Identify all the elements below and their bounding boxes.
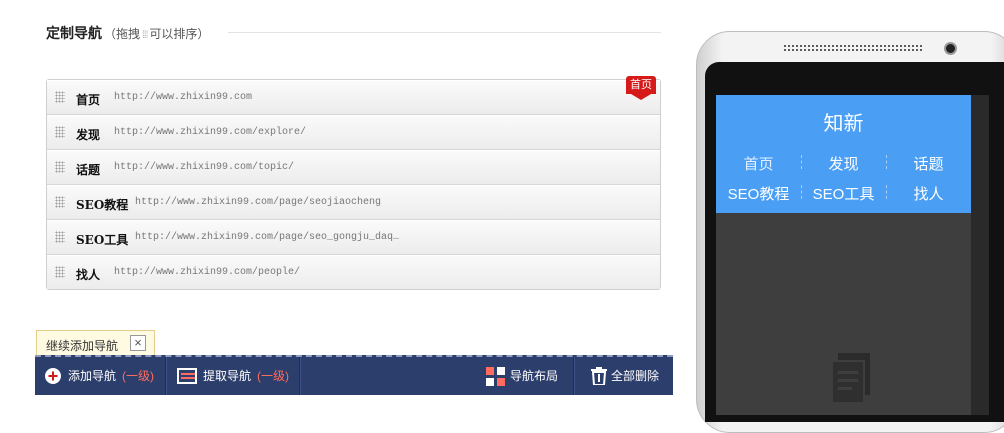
badge-tail bbox=[631, 94, 651, 100]
add-nav-label: 添加导航 bbox=[68, 369, 117, 383]
nav-item-name: 发现 bbox=[76, 128, 101, 142]
drag-handle-icon[interactable] bbox=[55, 161, 65, 173]
toolbar-divider bbox=[299, 357, 301, 395]
drag-handle-icon: ⁞⁞⁞ bbox=[142, 30, 148, 41]
nav-item-name: 话题 bbox=[76, 163, 101, 177]
fetch-nav-level: (一级) bbox=[257, 369, 290, 383]
fetch-nav-button[interactable]: 提取导航 (一级) bbox=[203, 357, 289, 395]
phone-screen-edge bbox=[971, 95, 989, 415]
drag-handle-icon[interactable] bbox=[55, 126, 65, 138]
nav-list: 首页 http://www.zhixin99.com 发现 http://www… bbox=[46, 79, 661, 290]
header-divider bbox=[228, 32, 661, 33]
add-nav-tooltip: 继续添加导航 × bbox=[36, 330, 155, 362]
drag-handle-icon[interactable] bbox=[55, 91, 65, 103]
nav-layout-button[interactable]: 导航布局 bbox=[510, 357, 558, 395]
add-nav-level: (一级) bbox=[122, 369, 155, 383]
phone-speaker bbox=[783, 44, 923, 52]
drag-handle-icon[interactable] bbox=[55, 266, 65, 278]
tooltip-text: 继续添加导航 bbox=[46, 339, 119, 353]
mobile-site-title: 知新 bbox=[823, 113, 864, 135]
phone-camera-icon bbox=[944, 42, 957, 55]
list-extract-icon bbox=[177, 368, 197, 384]
section-header: 定制导航 （拖拽 ⁞⁞⁞ 可以排序） bbox=[46, 20, 661, 44]
mobile-nav-seo-tutorial[interactable]: SEO教程 bbox=[716, 183, 801, 204]
nav-item-url: http://www.zhixin99.com/explore/ bbox=[114, 127, 307, 138]
plus-circle-icon bbox=[45, 368, 61, 384]
grid-layout-icon bbox=[486, 367, 505, 386]
drag-handle-icon[interactable] bbox=[55, 196, 65, 208]
page-title: 定制导航 bbox=[46, 25, 102, 41]
nav-toolbar: 添加导航 (一级) 提取导航 (一级) 导航布局 全部删除 bbox=[35, 355, 673, 395]
nav-layout-label: 导航布局 bbox=[510, 369, 559, 383]
delete-all-label: 全部删除 bbox=[611, 369, 660, 383]
mobile-nav-home[interactable]: 首页 bbox=[716, 153, 801, 174]
mobile-header: 知新 首页 发现 话题 SEO教程 SEO工具 找人 bbox=[716, 95, 971, 213]
nav-item-url: http://www.zhixin99.com/people/ bbox=[114, 267, 301, 278]
nav-row-home[interactable]: 首页 http://www.zhixin99.com bbox=[47, 80, 660, 115]
nav-item-url: http://www.zhixin99.com/page/seojiaochen… bbox=[135, 197, 382, 208]
hint-suffix: 可以排序） bbox=[149, 27, 210, 41]
mobile-nav-explore[interactable]: 发现 bbox=[801, 153, 886, 174]
nav-item-name: SEO工具 bbox=[76, 233, 129, 247]
nav-item-url: http://www.zhixin99.com/page/seo_gongju_… bbox=[135, 232, 400, 243]
sort-hint: （拖拽 ⁞⁞⁞ 可以排序） bbox=[104, 25, 209, 42]
home-badge: 首页 bbox=[626, 76, 656, 100]
hint-prefix: （拖拽 bbox=[104, 27, 141, 41]
nav-item-name: 找人 bbox=[76, 268, 101, 282]
add-nav-button[interactable]: 添加导航 (一级) bbox=[68, 357, 154, 395]
nav-row-seo-tools[interactable]: SEO工具 http://www.zhixin99.com/page/seo_g… bbox=[47, 220, 660, 255]
trash-icon bbox=[591, 367, 607, 385]
home-badge-label: 首页 bbox=[626, 76, 656, 94]
toolbar-divider bbox=[165, 357, 167, 395]
drag-handle-icon[interactable] bbox=[55, 231, 65, 243]
fetch-nav-label: 提取导航 bbox=[203, 369, 252, 383]
nav-row-explore[interactable]: 发现 http://www.zhixin99.com/explore/ bbox=[47, 115, 660, 150]
nav-item-name: 首页 bbox=[76, 93, 101, 107]
delete-all-button[interactable]: 全部删除 bbox=[611, 357, 659, 395]
nav-row-topic[interactable]: 话题 http://www.zhixin99.com/topic/ bbox=[47, 150, 660, 185]
nav-row-people[interactable]: 找人 http://www.zhixin99.com/people/ bbox=[47, 255, 660, 289]
toolbar-divider bbox=[573, 357, 575, 395]
nav-row-seo-tutorial[interactable]: SEO教程 http://www.zhixin99.com/page/seoji… bbox=[47, 185, 660, 220]
nav-item-url: http://www.zhixin99.com/topic/ bbox=[114, 162, 295, 173]
close-icon[interactable]: × bbox=[130, 335, 146, 351]
mobile-nav-people[interactable]: 找人 bbox=[886, 183, 971, 204]
nav-item-url: http://www.zhixin99.com bbox=[114, 92, 253, 103]
phone-screen: 知新 首页 发现 话题 SEO教程 SEO工具 找人 bbox=[716, 95, 971, 415]
document-icon bbox=[832, 353, 870, 403]
nav-item-name: SEO教程 bbox=[76, 198, 129, 212]
mobile-nav-topic[interactable]: 话题 bbox=[886, 153, 971, 174]
mobile-nav-seo-tools[interactable]: SEO工具 bbox=[801, 183, 886, 204]
